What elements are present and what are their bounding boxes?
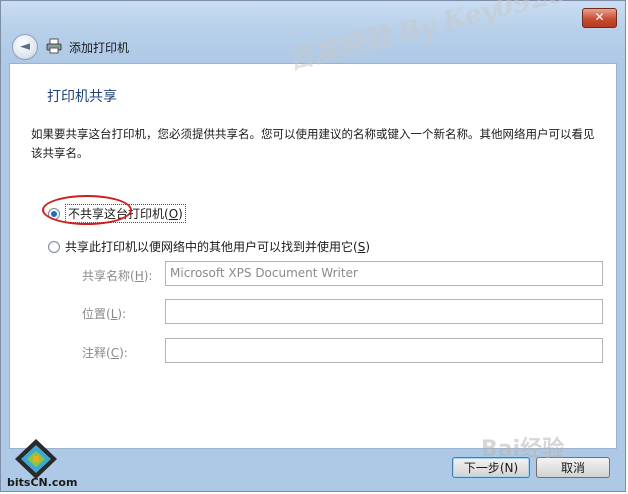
add-printer-window: ✕ ◄ 添加打印机 打印机共享 如果要共享这台打印机，您必须提供共享名。您可以使…	[0, 0, 626, 492]
back-arrow-icon: ◄	[20, 39, 30, 54]
share-name-label: 共享名称(H):	[82, 269, 153, 283]
window-title: 添加打印机	[69, 41, 130, 55]
comment-label: 注释(C):	[82, 346, 128, 360]
close-button[interactable]: ✕	[582, 8, 617, 28]
share-label: 共享此打印机以便网络中的其他用户可以找到并使用它(S)	[65, 240, 370, 254]
location-label: 位置(L):	[82, 307, 127, 321]
wizard-content-panel: 打印机共享 如果要共享这台打印机，您必须提供共享名。您可以使用建议的名称或键入一…	[9, 63, 617, 449]
share-radio[interactable]	[48, 240, 60, 253]
back-button[interactable]: ◄	[12, 34, 38, 60]
share-option[interactable]: 共享此打印机以便网络中的其他用户可以找到并使用它(S)	[48, 238, 370, 255]
no-share-option[interactable]: 不共享这台打印机(O)	[48, 204, 186, 223]
close-icon: ✕	[594, 10, 605, 24]
no-share-label: 不共享这台打印机(O)	[65, 204, 186, 223]
page-title: 打印机共享	[47, 89, 117, 105]
site-logo-text: bitsCN.com	[7, 476, 78, 489]
share-name-input[interactable]: Microsoft XPS Document Writer	[165, 261, 603, 286]
bitscn-logo-icon	[15, 439, 57, 479]
location-input[interactable]	[165, 299, 603, 324]
cancel-button[interactable]: 取消	[536, 457, 610, 478]
next-button[interactable]: 下一步(N)	[452, 457, 530, 478]
page-description: 如果要共享这台打印机，您必须提供共享名。您可以使用建议的名称或键入一个新名称。其…	[31, 127, 595, 160]
no-share-radio[interactable]	[48, 207, 60, 220]
comment-input[interactable]	[165, 338, 603, 363]
printer-icon	[46, 38, 62, 54]
